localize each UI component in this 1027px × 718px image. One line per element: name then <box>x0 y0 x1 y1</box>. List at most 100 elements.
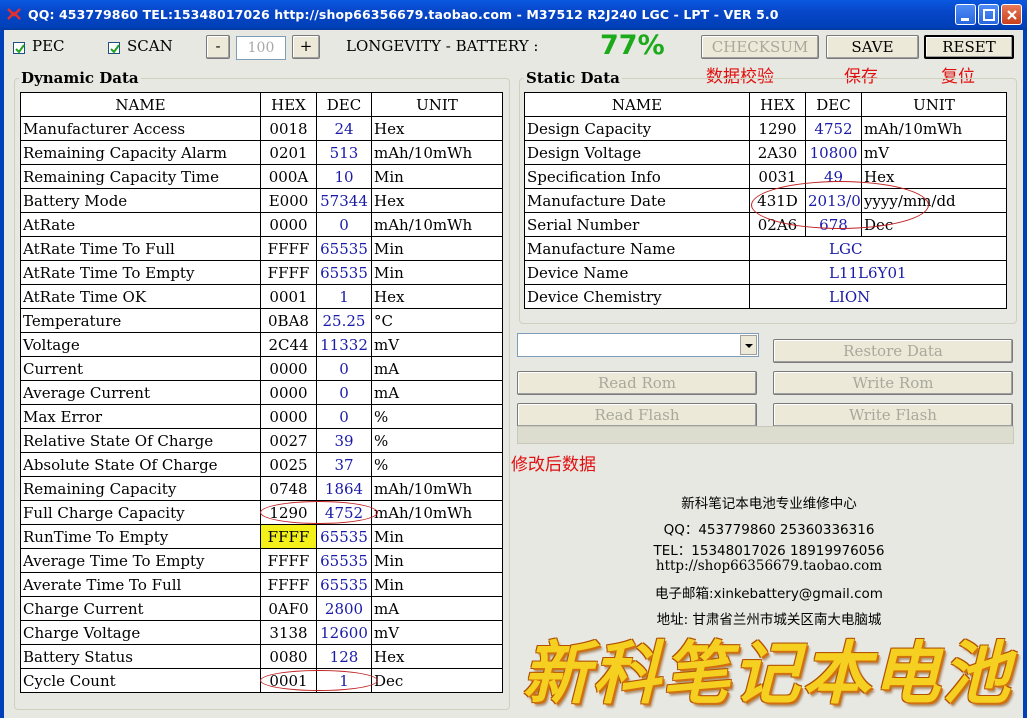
save-button[interactable]: SAVE <box>826 35 919 59</box>
scan-label[interactable]: SCAN <box>127 37 173 55</box>
scan-checkbox[interactable] <box>108 42 120 54</box>
field-name: Remaining Capacity Time <box>20 164 261 189</box>
dec-value: 65535 <box>316 572 372 597</box>
dynamic-data-title: Dynamic Data <box>19 69 141 87</box>
table-row[interactable]: Charge Current 0AF0 2800 mA <box>20 596 503 621</box>
progress-bar <box>517 426 1014 444</box>
minimize-button[interactable] <box>955 4 976 25</box>
title-bar[interactable]: QQ: 453779860 TEL:15348017026 http://sho… <box>0 0 1027 30</box>
write-flash-button[interactable]: Write Flash <box>773 403 1013 427</box>
close-button[interactable] <box>1001 4 1022 25</box>
dropdown-arrow[interactable] <box>740 335 757 355</box>
table-row[interactable]: Battery Mode E000 57344 Hex <box>20 188 503 213</box>
unit-value: Min <box>371 236 503 261</box>
table-row[interactable]: Remaining Capacity Time 000A 10 Min <box>20 164 503 189</box>
unit-value: °C <box>371 308 503 333</box>
table-row[interactable]: AtRate Time To Full FFFF 65535 Min <box>20 236 503 261</box>
unit-value: mAh/10mWh <box>371 140 503 165</box>
table-row[interactable]: Specification Info 0031 49 Hex <box>524 164 1007 189</box>
checksum-button[interactable]: CHECKSUM <box>701 35 819 59</box>
field-name: Max Error <box>20 404 261 429</box>
table-row[interactable]: AtRate Time OK 0001 1 Hex <box>20 284 503 309</box>
table-row[interactable]: AtRate Time To Empty FFFF 65535 Min <box>20 260 503 285</box>
table-row[interactable]: Battery Status 0080 128 Hex <box>20 644 503 669</box>
read-flash-button[interactable]: Read Flash <box>517 403 757 427</box>
unit-value: Hex <box>371 644 503 669</box>
table-row[interactable]: Manufacturer Access 0018 24 Hex <box>20 116 503 141</box>
unit-value: Hex <box>861 164 1007 189</box>
dec-value: 65535 <box>316 236 372 261</box>
hex-value: 0031 <box>749 164 806 189</box>
restore-data-button[interactable]: Restore Data <box>773 339 1013 363</box>
table-row[interactable]: Serial Number 02A6 678 Dec <box>524 212 1007 237</box>
unit-value: mV <box>861 140 1007 165</box>
table-row[interactable]: Remaining Capacity Alarm 0201 513 mAh/10mWh <box>20 140 503 165</box>
table-row[interactable]: Full Charge Capacity 1290 4752 mAh/10mWh <box>20 500 503 525</box>
field-name: Charge Voltage <box>20 620 261 645</box>
table-row[interactable]: Average Time To Empty FFFF 65535 Min <box>20 548 503 573</box>
hex-value: 2C44 <box>260 332 317 357</box>
field-name: AtRate Time To Empty <box>20 260 261 285</box>
profile-dropdown[interactable] <box>517 333 759 357</box>
table-row[interactable]: Voltage 2C44 11332 mV <box>20 332 503 357</box>
hex-value: FFFF <box>260 236 317 261</box>
read-rom-button[interactable]: Read Rom <box>517 371 757 395</box>
dec-value: 0 <box>316 404 372 429</box>
minimize-icon <box>961 18 969 21</box>
decrement-button[interactable]: - <box>206 35 230 59</box>
table-row[interactable]: Temperature 0BA8 25.25 °C <box>20 308 503 333</box>
table-row[interactable]: Charge Voltage 3138 12600 mV <box>20 620 503 645</box>
table-row[interactable]: Manufacture Date431D2013/08/29yyyy/mm/dd <box>524 188 1007 213</box>
pec-label[interactable]: PEC <box>32 37 65 55</box>
table-row[interactable]: Manufacture Name LGC <box>524 236 1007 261</box>
unit-value: % <box>371 452 503 477</box>
close-icon <box>1007 10 1017 20</box>
dec-value: 0 <box>316 356 372 381</box>
table-row[interactable]: AtRate 0000 0 mAh/10mWh <box>20 212 503 237</box>
dec-value: 1 <box>316 284 372 309</box>
longevity-value: 77% <box>600 30 665 61</box>
unit-value: mA <box>371 380 503 405</box>
field-name: Manufacture Date <box>524 188 750 213</box>
unit-value: Hex <box>371 284 503 309</box>
hex-value: FFFF <box>260 572 317 597</box>
table-row[interactable]: Max Error 0000 0% <box>20 404 503 429</box>
column-header-hex: HEX <box>260 92 317 117</box>
hex-value: 431D <box>749 188 806 213</box>
table-row[interactable]: Remaining Capacity 0748 1864 mAh/10mWh <box>20 476 503 501</box>
field-name: Charge Current <box>20 596 261 621</box>
table-row[interactable]: Absolute State Of Charge 0025 37% <box>20 452 503 477</box>
dec-value: 37 <box>316 452 372 477</box>
reset-button[interactable]: RESET <box>924 35 1014 59</box>
table-row[interactable]: Design Voltage 2A30 10800 mV <box>524 140 1007 165</box>
column-header-dec: DEC <box>805 92 862 117</box>
dec-value: 1 <box>316 668 372 693</box>
table-row[interactable]: Device Name L11L6Y01 <box>524 260 1007 285</box>
hex-value: 0080 <box>260 644 317 669</box>
hex-value: 1290 <box>749 116 806 141</box>
maximize-button[interactable] <box>978 4 999 25</box>
unit-value: mV <box>371 332 503 357</box>
write-rom-button[interactable]: Write Rom <box>773 371 1013 395</box>
column-header-dec: DEC <box>316 92 372 117</box>
table-row[interactable]: Cycle Count 0001 1 Dec <box>20 668 503 693</box>
pec-checkbox[interactable] <box>13 42 25 54</box>
field-name: Cycle Count <box>20 668 261 693</box>
table-row[interactable]: Design Capacity 1290 4752 mAh/10mWh <box>524 116 1007 141</box>
table-row[interactable]: Averate Time To Full FFFF 65535 Min <box>20 572 503 597</box>
hex-value: FFFF <box>260 548 317 573</box>
text-value: LGC <box>749 236 1007 261</box>
unit-value: Dec <box>371 668 503 693</box>
scan-interval-input[interactable]: 100 <box>236 36 286 60</box>
table-row[interactable]: Relative State Of Charge 0027 39% <box>20 428 503 453</box>
table-row[interactable]: Current 0000 0 mA <box>20 356 503 381</box>
app-icon <box>7 8 21 20</box>
dec-value: 513 <box>316 140 372 165</box>
hex-value: 02A6 <box>749 212 806 237</box>
table-row[interactable]: Average Current 0000 0 mA <box>20 380 503 405</box>
field-name: AtRate Time To Full <box>20 236 261 261</box>
increment-button[interactable]: + <box>292 35 320 59</box>
shop-tel: TEL：15348017026 18919976056 <box>653 543 885 559</box>
table-row[interactable]: RunTime To Empty FFFF 65535 Min <box>20 524 503 549</box>
table-row[interactable]: Device Chemistry LION <box>524 284 1007 309</box>
